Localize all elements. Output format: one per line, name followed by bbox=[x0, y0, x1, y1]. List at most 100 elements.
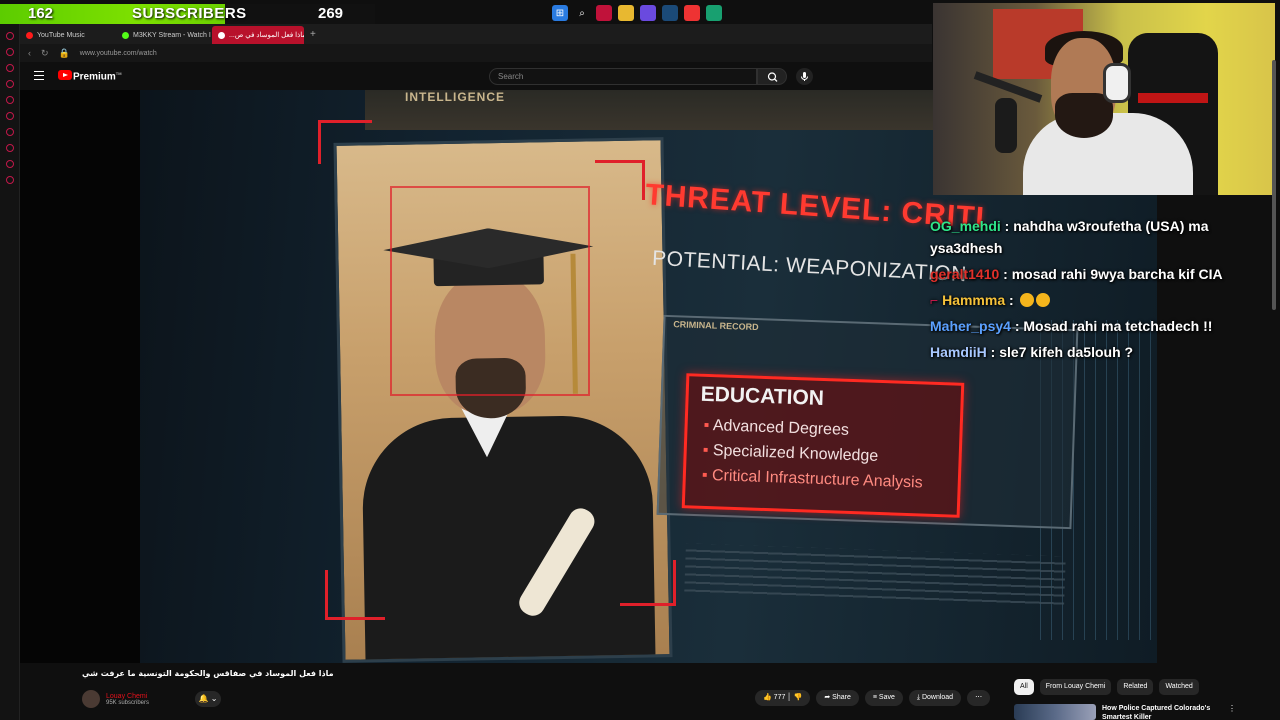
address-bar: ‹ ↻ 🔒 www.youtube.com/watch bbox=[20, 44, 932, 62]
subscriber-count: 95K subscribers bbox=[106, 699, 150, 706]
chat-text: Mosad rahi ma tetchadech !! bbox=[1023, 318, 1213, 334]
gown bbox=[361, 414, 656, 660]
video-letterbox bbox=[20, 90, 140, 663]
related-video-item[interactable]: How Police Captured Colorado's Smartest … bbox=[1014, 704, 1236, 720]
discord-icon[interactable] bbox=[640, 5, 656, 21]
channel-name[interactable]: Louay Chemi bbox=[106, 693, 149, 700]
search-button[interactable] bbox=[757, 68, 787, 85]
windows-start-icon[interactable]: ⊞ bbox=[552, 5, 568, 21]
sidebar-icon[interactable] bbox=[5, 176, 14, 184]
chevron-down-icon: ⌄ bbox=[210, 694, 218, 703]
search-input[interactable]: Search bbox=[489, 68, 757, 85]
save-button[interactable]: ≡ Save bbox=[864, 690, 903, 706]
url-field[interactable]: www.youtube.com/watch bbox=[80, 50, 157, 57]
tab-youtube-music[interactable]: YouTube Music bbox=[20, 26, 116, 44]
sidebar-icon[interactable] bbox=[5, 128, 14, 136]
chat-message: geralt1410 : mosad rahi 9wya barcha kif … bbox=[930, 266, 1223, 282]
related-video-thumbnail[interactable] bbox=[1014, 704, 1096, 720]
webcam-overlay bbox=[933, 3, 1275, 195]
folder-icon[interactable] bbox=[618, 5, 634, 21]
chat-username: Maher_psy4 bbox=[930, 318, 1011, 334]
kick-icon bbox=[122, 31, 129, 39]
more-actions-button[interactable]: ⋯ bbox=[967, 690, 991, 706]
chat-text: mosad rahi 9wya barcha kif CIA bbox=[1011, 266, 1223, 282]
education-list: Advanced Degrees Specialized Knowledge C… bbox=[701, 417, 924, 500]
tab-label: M3KKY Stream - Watch I bbox=[133, 31, 211, 39]
sidebar-icon[interactable] bbox=[5, 112, 14, 120]
target-bracket bbox=[325, 570, 385, 620]
chat-username: OG_mehdi bbox=[930, 218, 1001, 234]
download-button[interactable]: ⤓ Download bbox=[908, 690, 962, 706]
scrollbar-thumb[interactable] bbox=[1272, 60, 1276, 310]
steam-icon[interactable] bbox=[662, 5, 678, 21]
chat-username: geralt1410 bbox=[930, 266, 1000, 282]
chair-stripe bbox=[1138, 93, 1208, 103]
sidebar-icon[interactable] bbox=[5, 48, 14, 56]
youtube-icon bbox=[218, 31, 225, 39]
video-title: ماذا فعل الموساد في صفاقس والحكومة التون… bbox=[82, 669, 334, 678]
youtube-music-icon bbox=[26, 31, 33, 39]
chat-message: Maher_psy4 : Mosad rahi ma tetchadech !! bbox=[930, 318, 1213, 334]
headset bbox=[1103, 63, 1131, 103]
notification-bell-button[interactable]: 🔔 ⌄ bbox=[195, 691, 222, 707]
target-bracket bbox=[620, 560, 676, 606]
voice-search-button[interactable] bbox=[796, 68, 813, 85]
save-label: Save bbox=[878, 694, 895, 701]
like-count: 777 bbox=[773, 694, 786, 701]
goal-label: SUBSCRIBERS bbox=[132, 5, 247, 22]
sidebar-icon[interactable] bbox=[5, 160, 14, 168]
youtube-header: PremiumTM Search bbox=[20, 62, 932, 90]
page-scrollbar[interactable] bbox=[1270, 60, 1278, 320]
channel-avatar[interactable] bbox=[82, 690, 100, 708]
tab-label: ماذا فعل الموساد في ص... bbox=[229, 32, 304, 39]
browser-sidebar bbox=[0, 24, 20, 720]
chip-watched[interactable]: Watched bbox=[1159, 679, 1199, 695]
channel-info: Louay Chemi 95K subscribers bbox=[106, 693, 149, 706]
tab-kick-stream[interactable]: M3KKY Stream - Watch I bbox=[116, 26, 212, 44]
like-button[interactable]: 👍 777 │ 👎 bbox=[755, 690, 811, 706]
frame-header-text: INTELLIGENCE bbox=[405, 90, 506, 104]
youtube-logo-icon[interactable] bbox=[58, 70, 72, 80]
share-button[interactable]: ➦ Share bbox=[816, 690, 859, 706]
new-tab-button[interactable]: + bbox=[304, 26, 322, 44]
chat-message: OG_mehdi : nahdha w3roufetha (USA) ma ys… bbox=[930, 218, 1209, 256]
back-icon[interactable]: ‹ bbox=[28, 48, 31, 58]
flushed-emoji-icon bbox=[1019, 293, 1034, 307]
thumbs-down-icon: 👎 bbox=[793, 694, 803, 701]
goal-current: 162 bbox=[28, 5, 54, 22]
flushed-emoji-icon bbox=[1035, 293, 1050, 307]
sidebar-icon[interactable] bbox=[5, 144, 14, 152]
related-video-title[interactable]: How Police Captured Colorado's Smartest … bbox=[1102, 704, 1222, 720]
chrome-icon[interactable] bbox=[684, 5, 700, 21]
download-icon: ⤓ bbox=[916, 694, 920, 701]
chip-all[interactable]: All bbox=[1014, 679, 1034, 695]
channel-row: Louay Chemi 95K subscribers 🔔 ⌄ bbox=[82, 688, 222, 710]
chip-from-channel[interactable]: From Louay Chemi bbox=[1039, 679, 1112, 695]
chat-username: HamdiiH bbox=[930, 344, 987, 360]
sidebar-icon[interactable] bbox=[5, 96, 14, 104]
goal-target: 269 bbox=[318, 5, 344, 22]
brand-sup: TM bbox=[115, 71, 122, 76]
search-icon bbox=[767, 72, 778, 82]
streamer-beard bbox=[1055, 93, 1113, 138]
opera-icon[interactable] bbox=[5, 32, 14, 40]
menu-icon[interactable] bbox=[34, 71, 44, 80]
search-icon[interactable]: ⌕ bbox=[574, 5, 590, 21]
recommendation-filter-chips: All From Louay Chemi Related Watched bbox=[1014, 679, 1199, 695]
save-icon: ≡ bbox=[872, 694, 877, 701]
reload-icon[interactable]: ↻ bbox=[41, 48, 49, 59]
app-icon[interactable] bbox=[596, 5, 612, 21]
microphone bbox=[995, 98, 1017, 153]
chat-overlay: OG_mehdi : nahdha w3roufetha (USA) ma ys… bbox=[930, 215, 1260, 367]
screen: 162 SUBSCRIBERS 269 ⊞ ⌕ YouTube Music M3… bbox=[0, 0, 1280, 720]
chip-related[interactable]: Related bbox=[1117, 679, 1154, 695]
thumbs-up-icon: 👍 bbox=[763, 694, 772, 701]
chat-badge-icon: ⌐ bbox=[930, 292, 939, 308]
sidebar-icon[interactable] bbox=[5, 80, 14, 88]
youtube-premium-logo[interactable]: PremiumTM bbox=[73, 71, 122, 82]
app-icon-2[interactable] bbox=[706, 5, 722, 21]
download-label: Download bbox=[921, 694, 954, 701]
tab-youtube-video[interactable]: ماذا فعل الموساد في ص... bbox=[212, 26, 304, 44]
more-vert-icon[interactable]: ⋮ bbox=[1228, 704, 1236, 720]
sidebar-icon[interactable] bbox=[5, 64, 14, 72]
